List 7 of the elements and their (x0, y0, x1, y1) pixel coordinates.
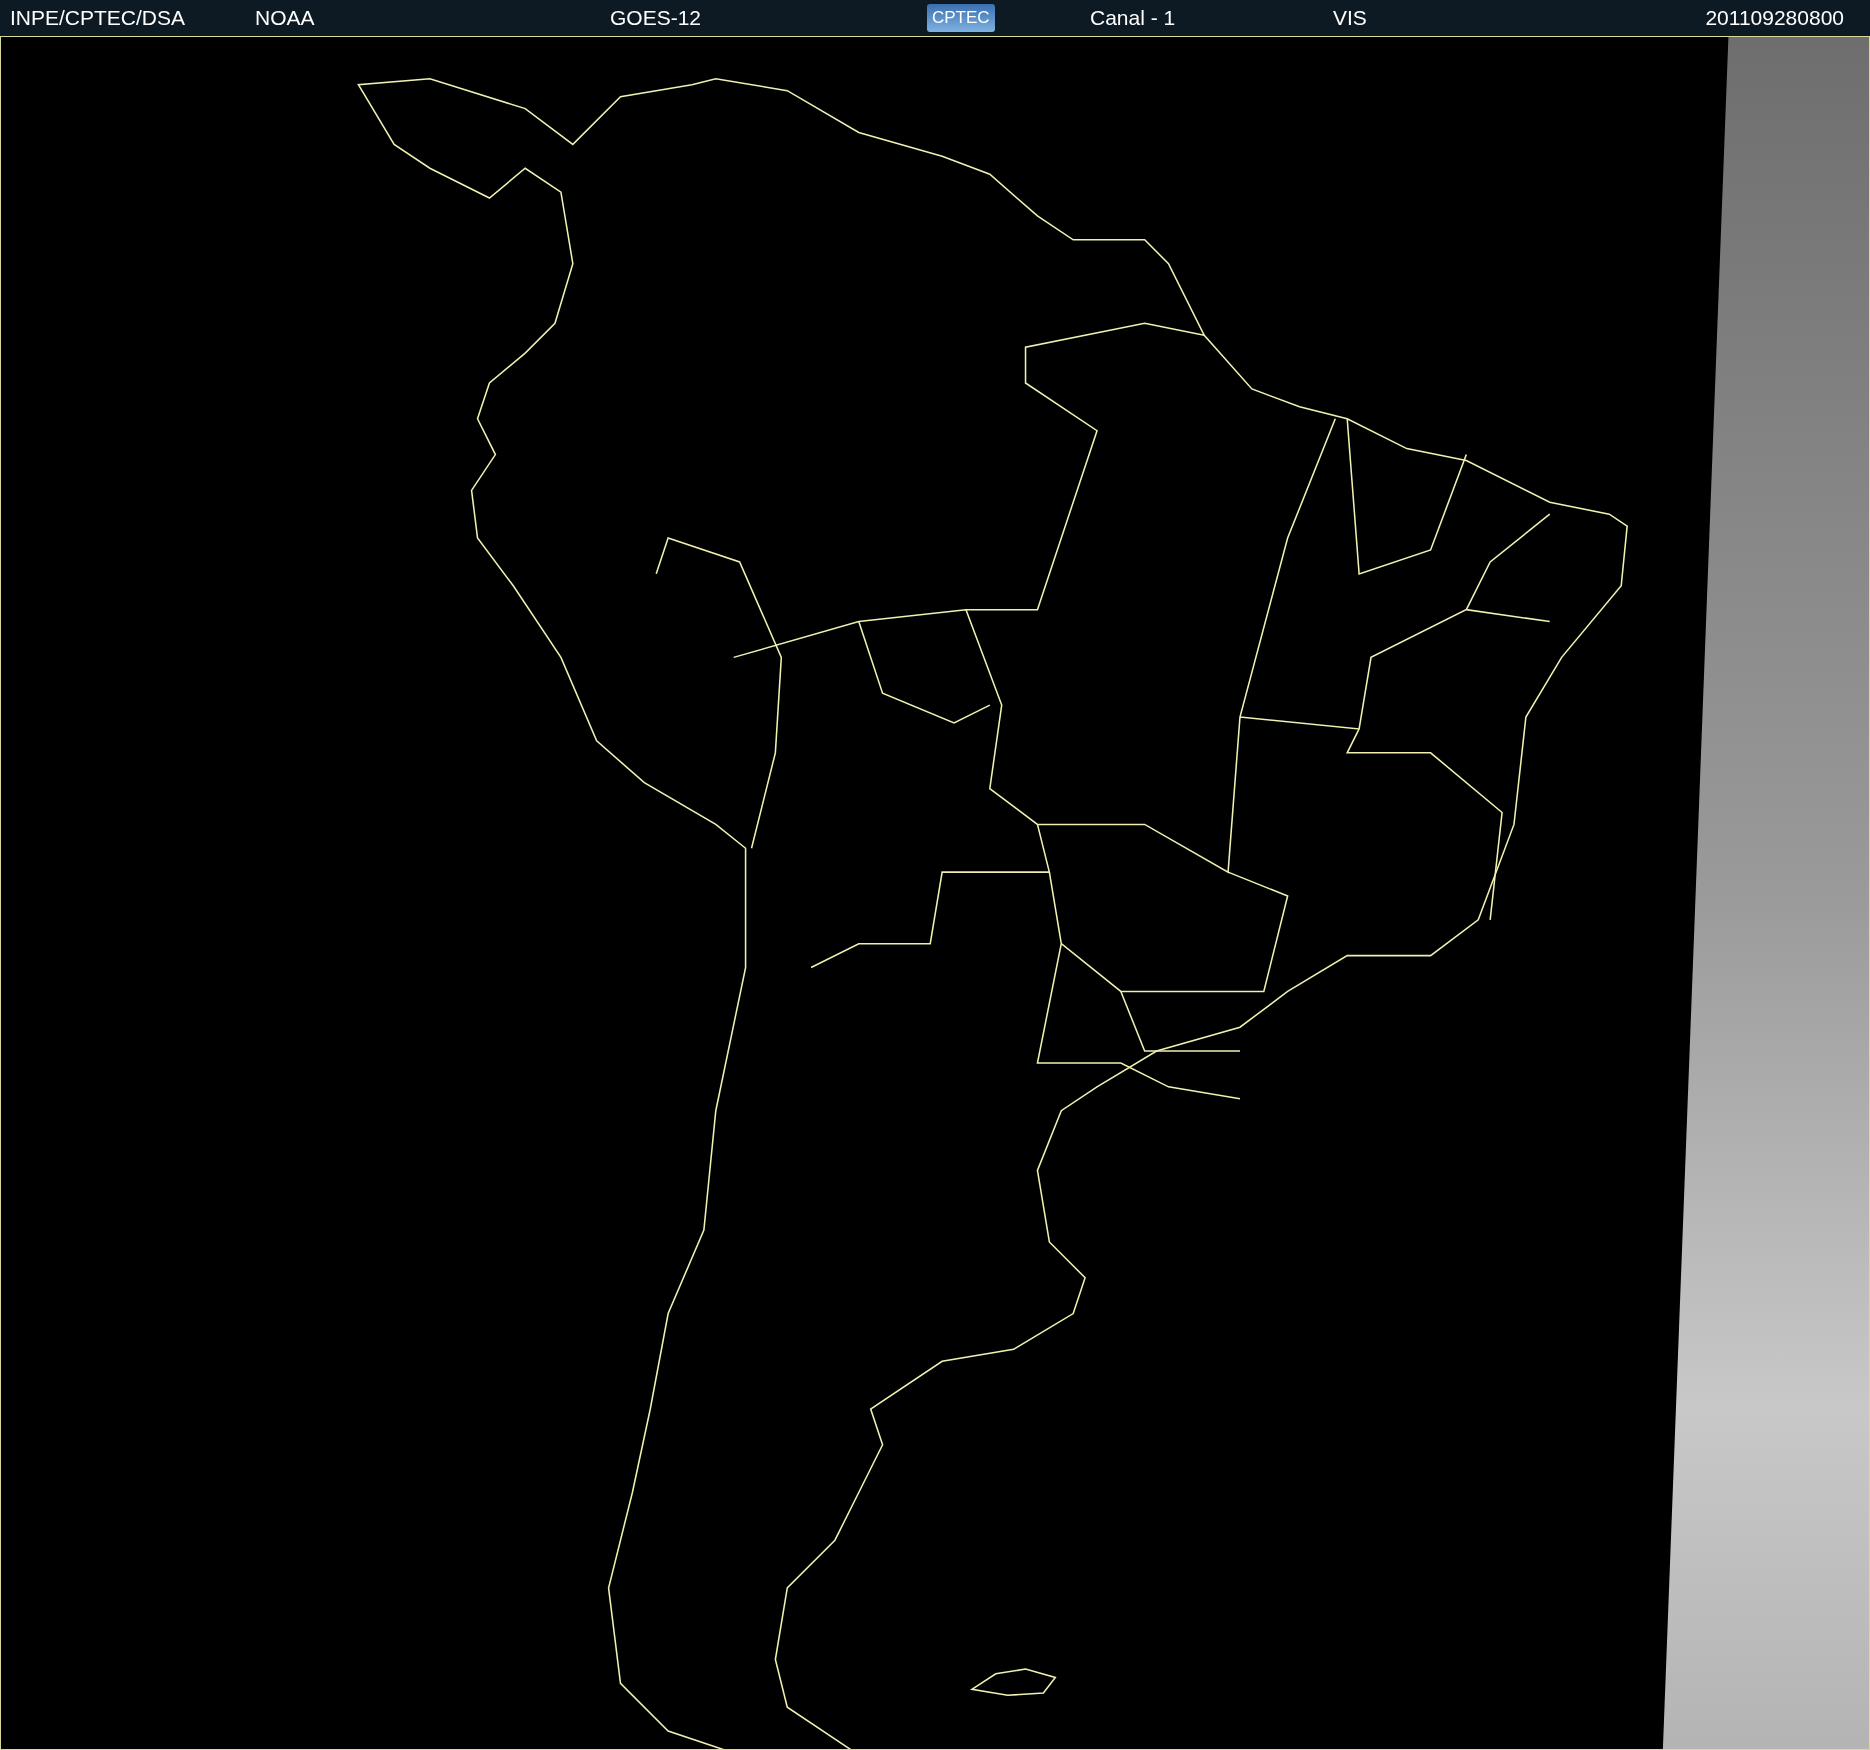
header-label: Canal - 1 (1090, 6, 1176, 30)
header-label: 201109280800 (1705, 6, 1844, 30)
header-label: INPE/CPTEC/DSA (10, 6, 186, 30)
header-label: GOES-12 (610, 6, 702, 30)
header-label: VIS (1333, 6, 1367, 30)
logo: CPTEC (927, 4, 995, 32)
header-label: NOAA (255, 6, 315, 30)
